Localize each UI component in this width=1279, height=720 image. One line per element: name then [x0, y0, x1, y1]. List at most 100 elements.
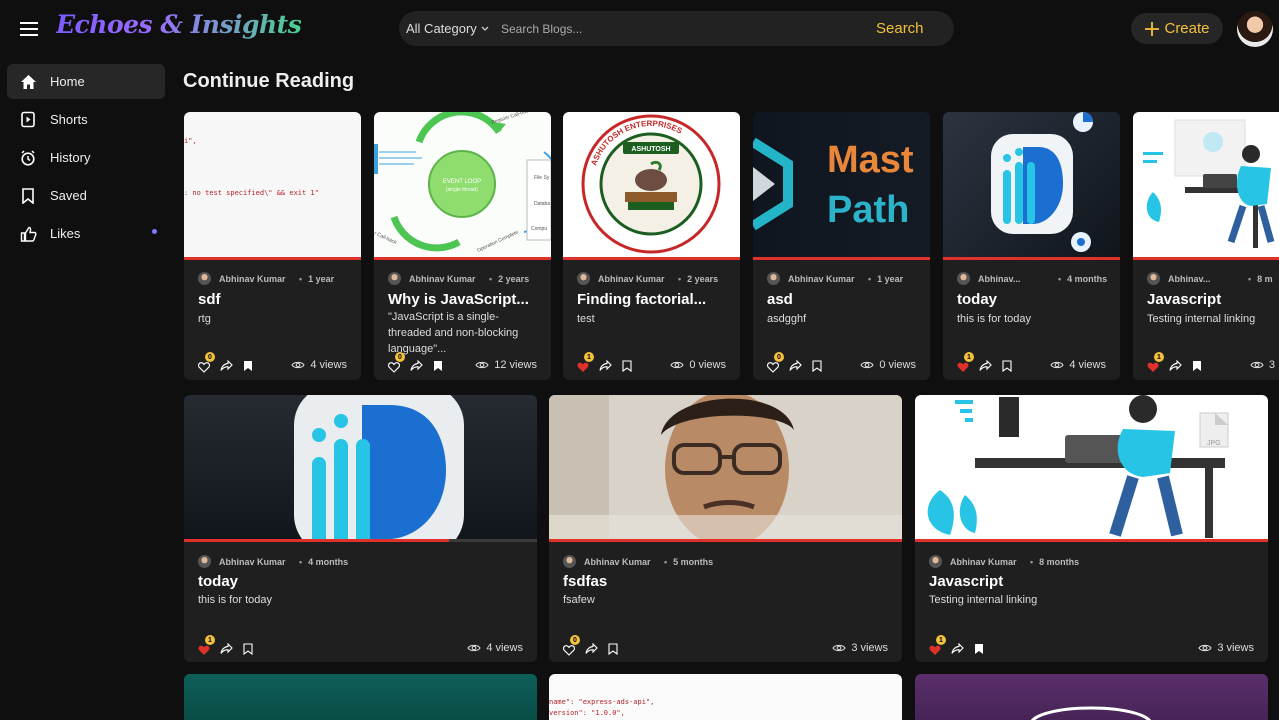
author-name[interactable]: Abhinav Kumar — [598, 274, 665, 284]
sidebar-item-home[interactable]: Home — [7, 64, 165, 99]
sidebar-item-label: History — [50, 150, 91, 165]
blog-card[interactable]: Abhinav Kumar 5 months fsdfas fsafew 0 3… — [549, 395, 902, 662]
post-description: asdgghf — [767, 313, 807, 325]
svg-text:Compu: Compu — [531, 226, 547, 232]
blog-card[interactable]: Mast Path Abhinav Kumar 1 year asd asdgg… — [753, 112, 930, 380]
bookmark-icon[interactable] — [243, 360, 253, 372]
sidebar-item-history[interactable]: History — [7, 140, 165, 175]
blog-card[interactable]: EVENT LOOP (single thread) Register Call… — [374, 112, 551, 380]
sidebar-item-label: Likes — [50, 226, 81, 241]
svg-text:ASHUTOSH: ASHUTOSH — [631, 146, 670, 153]
user-avatar[interactable] — [1237, 11, 1273, 47]
sidebar-item-likes[interactable]: Likes — [7, 216, 165, 251]
like-button[interactable]: 1 — [198, 635, 215, 655]
view-count: 12 views — [475, 359, 537, 371]
sidebar-item-shorts[interactable]: Shorts — [7, 102, 165, 137]
post-title[interactable]: sdf — [198, 291, 348, 308]
like-count-badge: 1 — [964, 352, 974, 362]
author-name[interactable]: Abhinav Kumar — [584, 557, 651, 567]
author-name[interactable]: Abhinav Kumar — [950, 557, 1017, 567]
author-name[interactable]: Abhinav Kumar — [219, 557, 286, 567]
post-meta: Abhinav... 8 m — [1147, 272, 1279, 285]
search-input[interactable] — [491, 11, 876, 46]
author-avatar — [1147, 272, 1160, 285]
bookmark-icon[interactable] — [243, 643, 253, 655]
bookmark-icon[interactable] — [1192, 360, 1202, 372]
card-actions: 1 — [577, 352, 632, 372]
share-icon[interactable] — [585, 643, 598, 655]
author-avatar — [929, 555, 942, 568]
hamburger-menu-icon[interactable] — [16, 18, 42, 40]
search-button[interactable]: Search — [876, 11, 954, 46]
sidebar-item-label: Home — [50, 74, 85, 89]
share-icon[interactable] — [789, 360, 802, 372]
post-description: fsafew — [563, 594, 595, 606]
logo[interactable]: Echoes & Insights — [56, 10, 302, 39]
heart-icon — [929, 645, 941, 655]
share-icon[interactable] — [951, 643, 964, 655]
blog-card[interactable]: Abhinav... 4 months today this is for to… — [943, 112, 1120, 380]
blog-card[interactable]: Abhinav... 8 m Javascript Testing intern… — [1133, 112, 1279, 380]
post-title[interactable]: today — [198, 573, 518, 590]
heart-icon — [562, 645, 576, 656]
post-title[interactable]: Javascript — [1147, 291, 1279, 308]
notification-dot — [152, 229, 157, 234]
author-avatar — [577, 272, 590, 285]
search-bar: All Category Search — [399, 11, 954, 46]
sidebar-item-saved[interactable]: Saved — [7, 178, 165, 213]
heart-icon — [957, 362, 969, 372]
like-button[interactable]: 1 — [1147, 352, 1164, 372]
author-name[interactable]: Abhinav Kumar — [219, 274, 286, 284]
post-title[interactable]: Finding factorial... — [577, 291, 727, 308]
share-icon[interactable] — [220, 360, 233, 372]
blog-card[interactable]: name": "express-ads-api", version": "1.0… — [549, 674, 902, 720]
reading-progress — [753, 257, 930, 260]
card-actions: 1 — [957, 352, 1012, 372]
post-title[interactable]: asd — [767, 291, 917, 308]
post-meta: Abhinav Kumar 5 months — [563, 555, 863, 568]
eye-icon — [467, 644, 481, 652]
bookmark-icon[interactable] — [974, 643, 984, 655]
author-avatar — [388, 272, 401, 285]
post-title[interactable]: today — [957, 291, 1107, 308]
bookmark-icon[interactable] — [433, 360, 443, 372]
post-title[interactable]: Javascript — [929, 573, 1249, 590]
like-button[interactable]: 0 — [562, 635, 580, 656]
like-count-badge: 1 — [584, 352, 594, 362]
share-icon[interactable] — [1169, 360, 1182, 372]
thumbs-up-icon — [19, 225, 37, 243]
bookmark-icon[interactable] — [1002, 360, 1012, 372]
share-icon[interactable] — [979, 360, 992, 372]
like-button[interactable]: 1 — [929, 635, 946, 655]
bookmark-icon[interactable] — [812, 360, 822, 372]
card-actions: 0 — [562, 635, 618, 656]
like-button[interactable]: 1 — [957, 352, 974, 372]
like-button[interactable]: 1 — [577, 352, 594, 372]
post-title[interactable]: Why is JavaScript... — [388, 291, 538, 308]
share-icon[interactable] — [410, 360, 423, 372]
like-button[interactable]: 0 — [387, 352, 405, 373]
bookmark-icon[interactable] — [608, 643, 618, 655]
blog-card[interactable] — [184, 674, 537, 720]
like-button[interactable]: 0 — [766, 352, 784, 373]
author-name[interactable]: Abhinav Kumar — [409, 274, 476, 284]
blog-card[interactable] — [915, 674, 1268, 720]
eye-icon — [1250, 361, 1264, 369]
share-icon[interactable] — [220, 643, 233, 655]
create-button[interactable]: Create — [1131, 13, 1223, 44]
blog-card[interactable]: JPG Abhinav Kumar 8 months Javascript Te… — [915, 395, 1268, 662]
post-title[interactable]: fsdfas — [563, 573, 883, 590]
category-select[interactable]: All Category — [399, 11, 491, 46]
like-button[interactable]: 0 — [197, 352, 215, 373]
author-name[interactable]: Abhinav Kumar — [788, 274, 855, 284]
bookmark-icon[interactable] — [622, 360, 632, 372]
blog-thumbnail — [184, 674, 537, 720]
blog-thumbnail: name": "express-ads-api", version": "1.0… — [549, 674, 902, 720]
blog-card[interactable]: i", : no test specified\" && exit 1" Abh… — [184, 112, 361, 380]
share-icon[interactable] — [599, 360, 612, 372]
author-name[interactable]: Abhinav... — [1168, 274, 1210, 284]
blog-card[interactable]: Abhinav Kumar 4 months today this is for… — [184, 395, 537, 662]
author-name[interactable]: Abhinav... — [978, 274, 1020, 284]
reading-progress — [184, 257, 361, 260]
blog-card[interactable]: ASHUTOSH ASHUTOSH ENTERPRISES Abhinav Ku… — [563, 112, 740, 380]
